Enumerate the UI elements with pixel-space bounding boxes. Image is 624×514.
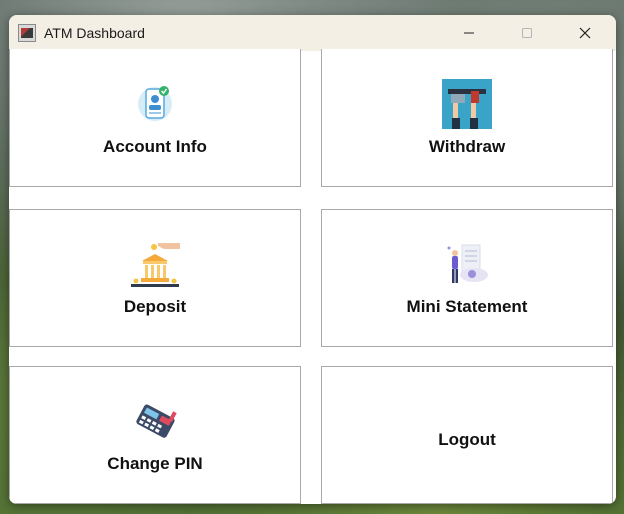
deposit-icon bbox=[131, 243, 180, 287]
title-bar[interactable]: ATM Dashboard bbox=[9, 15, 616, 51]
minimize-button[interactable] bbox=[446, 15, 492, 51]
tile-label: Change PIN bbox=[107, 454, 203, 473]
tile-label: Mini Statement bbox=[406, 297, 528, 316]
withdraw-button[interactable]: Withdraw bbox=[321, 49, 613, 187]
close-button[interactable] bbox=[562, 15, 608, 51]
tile-label: Deposit bbox=[123, 297, 187, 316]
tile-label: Withdraw bbox=[428, 137, 506, 156]
maximize-icon bbox=[522, 28, 532, 38]
account-info-icon bbox=[138, 86, 172, 121]
tile-label: Logout bbox=[438, 430, 496, 449]
window-title: ATM Dashboard bbox=[44, 25, 145, 41]
maximize-button[interactable] bbox=[504, 15, 550, 51]
tile-label: Account Info bbox=[103, 137, 207, 156]
withdraw-icon bbox=[442, 79, 492, 129]
change-pin-icon bbox=[136, 404, 177, 438]
deposit-button[interactable]: Deposit bbox=[9, 209, 301, 347]
change-pin-button[interactable]: Change PIN bbox=[9, 366, 301, 504]
mini-statement-button[interactable]: Mini Statement bbox=[321, 209, 613, 347]
app-icon bbox=[18, 24, 36, 42]
atm-dashboard-window: ATM Dashboard Account Info Withdraw Depo… bbox=[9, 15, 616, 504]
close-icon bbox=[579, 27, 591, 39]
mini-statement-icon bbox=[447, 244, 488, 283]
minimize-icon bbox=[464, 32, 474, 34]
dashboard-grid: Account Info Withdraw Deposit Mini State… bbox=[9, 49, 616, 504]
logout-button[interactable]: Logout bbox=[321, 366, 613, 504]
account-info-button[interactable]: Account Info bbox=[9, 49, 301, 187]
